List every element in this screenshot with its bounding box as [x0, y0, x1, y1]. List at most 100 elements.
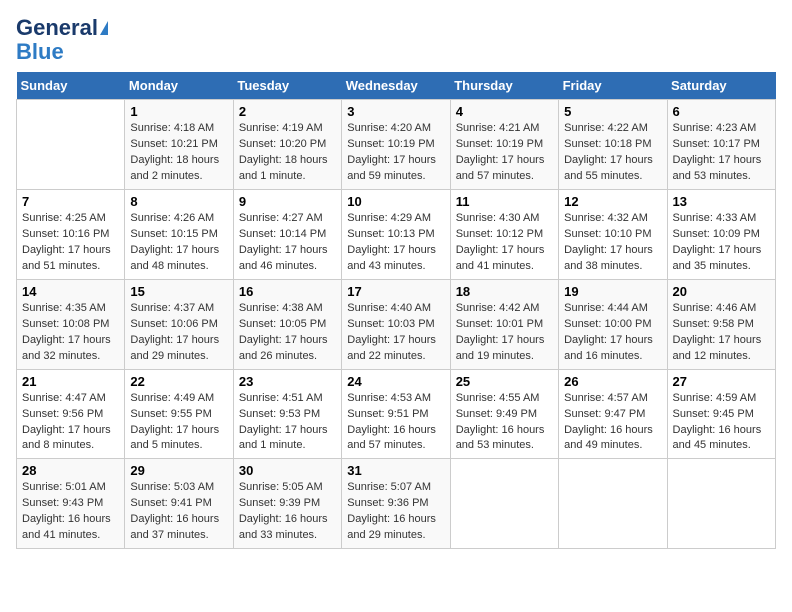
day-info: Sunrise: 4:18 AM Sunset: 10:21 PM Daylig…: [130, 121, 227, 185]
calendar-cell: 18 Sunrise: 4:42 AM Sunset: 10:01 PM Dayl…: [450, 279, 558, 369]
logo-triangle-icon: [100, 21, 108, 35]
day-info: Sunrise: 5:03 AM Sunset: 9:41 PM Dayligh…: [130, 480, 227, 544]
day-number: 25: [456, 374, 553, 389]
day-number: 21: [22, 374, 119, 389]
day-number: 30: [239, 463, 336, 478]
calendar-cell: 15 Sunrise: 4:37 AM Sunset: 10:06 PM Dayl…: [125, 279, 233, 369]
calendar-cell: 27 Sunrise: 4:59 AM Sunset: 9:45 PM Dayli…: [667, 369, 775, 459]
calendar-week-row: 21 Sunrise: 4:47 AM Sunset: 9:56 PM Dayli…: [17, 369, 776, 459]
calendar-cell: 8 Sunrise: 4:26 AM Sunset: 10:15 PM Dayli…: [125, 190, 233, 280]
day-number: 4: [456, 104, 553, 119]
day-info: Sunrise: 4:55 AM Sunset: 9:49 PM Dayligh…: [456, 391, 553, 455]
day-info: Sunrise: 4:53 AM Sunset: 9:51 PM Dayligh…: [347, 391, 444, 455]
day-info: Sunrise: 4:23 AM Sunset: 10:17 PM Daylig…: [673, 121, 770, 185]
day-number: 27: [673, 374, 770, 389]
day-info: Sunrise: 4:42 AM Sunset: 10:01 PM Daylig…: [456, 301, 553, 365]
calendar-cell: 4 Sunrise: 4:21 AM Sunset: 10:19 PM Dayli…: [450, 100, 558, 190]
logo-text-blue: Blue: [16, 40, 64, 64]
day-info: Sunrise: 4:49 AM Sunset: 9:55 PM Dayligh…: [130, 391, 227, 455]
calendar-header-row: SundayMondayTuesdayWednesdayThursdayFrid…: [17, 72, 776, 100]
calendar-cell: 24 Sunrise: 4:53 AM Sunset: 9:51 PM Dayli…: [342, 369, 450, 459]
calendar-cell: 1 Sunrise: 4:18 AM Sunset: 10:21 PM Dayli…: [125, 100, 233, 190]
calendar-cell: 19Sunrise: 4:44 AM Sunset: 10:00 PM Dayl…: [559, 279, 667, 369]
calendar-cell: 25 Sunrise: 4:55 AM Sunset: 9:49 PM Dayli…: [450, 369, 558, 459]
day-info: Sunrise: 4:29 AM Sunset: 10:13 PM Daylig…: [347, 211, 444, 275]
header-tuesday: Tuesday: [233, 72, 341, 100]
day-number: 26: [564, 374, 661, 389]
day-info: Sunrise: 4:59 AM Sunset: 9:45 PM Dayligh…: [673, 391, 770, 455]
calendar-cell: 13 Sunrise: 4:33 AM Sunset: 10:09 PM Dayl…: [667, 190, 775, 280]
calendar-cell: 2 Sunrise: 4:19 AM Sunset: 10:20 PM Dayli…: [233, 100, 341, 190]
day-number: 29: [130, 463, 227, 478]
calendar-cell: 29 Sunrise: 5:03 AM Sunset: 9:41 PM Dayli…: [125, 459, 233, 549]
day-info: Sunrise: 5:05 AM Sunset: 9:39 PM Dayligh…: [239, 480, 336, 544]
calendar-cell: 16 Sunrise: 4:38 AM Sunset: 10:05 PM Dayl…: [233, 279, 341, 369]
day-number: 7: [22, 194, 119, 209]
calendar-cell: 9Sunrise: 4:27 AM Sunset: 10:14 PM Dayli…: [233, 190, 341, 280]
calendar-week-row: 1 Sunrise: 4:18 AM Sunset: 10:21 PM Dayli…: [17, 100, 776, 190]
header-sunday: Sunday: [17, 72, 125, 100]
day-number: 20: [673, 284, 770, 299]
day-info: Sunrise: 4:26 AM Sunset: 10:15 PM Daylig…: [130, 211, 227, 275]
day-number: 28: [22, 463, 119, 478]
day-info: Sunrise: 4:20 AM Sunset: 10:19 PM Daylig…: [347, 121, 444, 185]
day-number: 13: [673, 194, 770, 209]
day-info: Sunrise: 4:44 AM Sunset: 10:00 PM Daylig…: [564, 301, 661, 365]
day-info: Sunrise: 4:30 AM Sunset: 10:12 PM Daylig…: [456, 211, 553, 275]
day-info: Sunrise: 4:51 AM Sunset: 9:53 PM Dayligh…: [239, 391, 336, 455]
day-info: Sunrise: 4:47 AM Sunset: 9:56 PM Dayligh…: [22, 391, 119, 455]
calendar-cell: 12 Sunrise: 4:32 AM Sunset: 10:10 PM Dayl…: [559, 190, 667, 280]
day-number: 12: [564, 194, 661, 209]
calendar-cell: 10 Sunrise: 4:29 AM Sunset: 10:13 PM Dayl…: [342, 190, 450, 280]
calendar-cell: 11 Sunrise: 4:30 AM Sunset: 10:12 PM Dayl…: [450, 190, 558, 280]
day-info: Sunrise: 4:25 AM Sunset: 10:16 PM Daylig…: [22, 211, 119, 275]
day-number: 8: [130, 194, 227, 209]
calendar-week-row: 28Sunrise: 5:01 AM Sunset: 9:43 PM Dayli…: [17, 459, 776, 549]
calendar-cell: [17, 100, 125, 190]
calendar-cell: [667, 459, 775, 549]
calendar-cell: 5Sunrise: 4:22 AM Sunset: 10:18 PM Dayli…: [559, 100, 667, 190]
day-info: Sunrise: 4:35 AM Sunset: 10:08 PM Daylig…: [22, 301, 119, 365]
day-number: 22: [130, 374, 227, 389]
day-info: Sunrise: 4:40 AM Sunset: 10:03 PM Daylig…: [347, 301, 444, 365]
logo-text: General: [16, 16, 98, 40]
day-number: 6: [673, 104, 770, 119]
day-info: Sunrise: 4:38 AM Sunset: 10:05 PM Daylig…: [239, 301, 336, 365]
day-info: Sunrise: 4:21 AM Sunset: 10:19 PM Daylig…: [456, 121, 553, 185]
day-number: 1: [130, 104, 227, 119]
day-number: 18: [456, 284, 553, 299]
day-number: 5: [564, 104, 661, 119]
day-info: Sunrise: 4:33 AM Sunset: 10:09 PM Daylig…: [673, 211, 770, 275]
calendar-cell: [559, 459, 667, 549]
day-number: 16: [239, 284, 336, 299]
day-number: 2: [239, 104, 336, 119]
header-friday: Friday: [559, 72, 667, 100]
header-monday: Monday: [125, 72, 233, 100]
page-header: General Blue: [16, 16, 776, 64]
day-number: 10: [347, 194, 444, 209]
day-info: Sunrise: 4:46 AM Sunset: 9:58 PM Dayligh…: [673, 301, 770, 365]
day-number: 31: [347, 463, 444, 478]
day-number: 24: [347, 374, 444, 389]
calendar-cell: 20 Sunrise: 4:46 AM Sunset: 9:58 PM Dayli…: [667, 279, 775, 369]
calendar-cell: 14Sunrise: 4:35 AM Sunset: 10:08 PM Dayl…: [17, 279, 125, 369]
calendar-week-row: 7 Sunrise: 4:25 AM Sunset: 10:16 PM Dayli…: [17, 190, 776, 280]
day-info: Sunrise: 4:37 AM Sunset: 10:06 PM Daylig…: [130, 301, 227, 365]
calendar-cell: 28Sunrise: 5:01 AM Sunset: 9:43 PM Dayli…: [17, 459, 125, 549]
calendar-table: SundayMondayTuesdayWednesdayThursdayFrid…: [16, 72, 776, 549]
day-number: 15: [130, 284, 227, 299]
day-info: Sunrise: 4:19 AM Sunset: 10:20 PM Daylig…: [239, 121, 336, 185]
day-info: Sunrise: 4:57 AM Sunset: 9:47 PM Dayligh…: [564, 391, 661, 455]
header-thursday: Thursday: [450, 72, 558, 100]
calendar-cell: 3Sunrise: 4:20 AM Sunset: 10:19 PM Dayli…: [342, 100, 450, 190]
day-number: 11: [456, 194, 553, 209]
calendar-cell: 23Sunrise: 4:51 AM Sunset: 9:53 PM Dayli…: [233, 369, 341, 459]
calendar-cell: 21 Sunrise: 4:47 AM Sunset: 9:56 PM Dayli…: [17, 369, 125, 459]
header-wednesday: Wednesday: [342, 72, 450, 100]
header-saturday: Saturday: [667, 72, 775, 100]
calendar-cell: 26 Sunrise: 4:57 AM Sunset: 9:47 PM Dayli…: [559, 369, 667, 459]
logo: General Blue: [16, 16, 108, 64]
day-info: Sunrise: 4:32 AM Sunset: 10:10 PM Daylig…: [564, 211, 661, 275]
calendar-cell: 17Sunrise: 4:40 AM Sunset: 10:03 PM Dayl…: [342, 279, 450, 369]
day-number: 9: [239, 194, 336, 209]
